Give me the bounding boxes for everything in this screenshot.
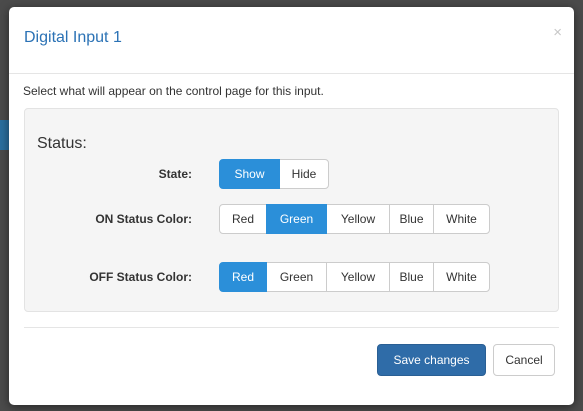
off-status-color-group: Red Green Yellow Blue White — [219, 262, 490, 292]
on-color-yellow-button[interactable]: Yellow — [326, 204, 390, 234]
status-heading: Status: — [37, 135, 87, 152]
state-hide-button[interactable]: Hide — [279, 159, 329, 189]
state-toggle-group: Show Hide — [219, 159, 329, 189]
off-color-yellow-button[interactable]: Yellow — [326, 262, 390, 292]
cancel-button[interactable]: Cancel — [493, 344, 555, 376]
intro-text: Select what will appear on the control p… — [23, 84, 324, 98]
on-color-blue-button[interactable]: Blue — [389, 204, 434, 234]
modal-header: Digital Input 1 × — [9, 7, 574, 74]
off-color-blue-button[interactable]: Blue — [389, 262, 434, 292]
off-status-color-label: OFF Status Color: — [89, 270, 192, 284]
off-color-white-button[interactable]: White — [433, 262, 490, 292]
on-status-color-label: ON Status Color: — [95, 212, 192, 226]
close-icon[interactable]: × — [553, 25, 562, 40]
save-changes-button[interactable]: Save changes — [377, 344, 486, 376]
state-show-button[interactable]: Show — [219, 159, 280, 189]
on-color-green-button[interactable]: Green — [266, 204, 327, 234]
footer-divider — [24, 327, 559, 328]
on-color-white-button[interactable]: White — [433, 204, 490, 234]
digital-input-dialog: Digital Input 1 × Select what will appea… — [9, 7, 574, 405]
off-color-green-button[interactable]: Green — [266, 262, 327, 292]
on-status-color-group: Red Green Yellow Blue White — [219, 204, 490, 234]
status-panel: Status: State: Show Hide ON Status Color… — [24, 108, 559, 312]
on-color-red-button[interactable]: Red — [219, 204, 267, 234]
modal-title: Digital Input 1 — [24, 29, 122, 46]
off-color-red-button[interactable]: Red — [219, 262, 267, 292]
state-label: State: — [158, 167, 192, 181]
background-page-fragment — [0, 120, 9, 150]
